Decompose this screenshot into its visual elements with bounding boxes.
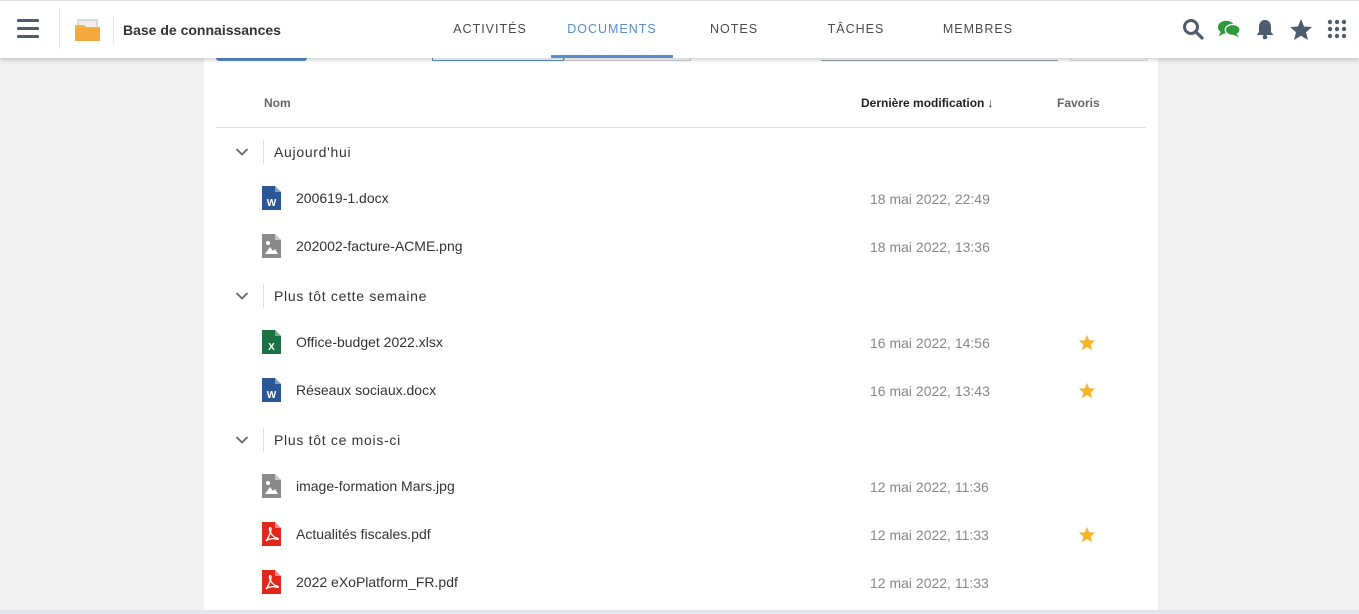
file-name[interactable]: Actualités fiscales.pdf xyxy=(296,526,431,542)
excel-file-icon: X xyxy=(262,330,281,354)
file-name[interactable]: 200619-1.docx xyxy=(296,190,389,206)
file-name[interactable]: 2022 eXoPlatform_FR.pdf xyxy=(296,574,458,590)
window-bottom-edge xyxy=(0,610,1359,614)
image-file-icon xyxy=(262,234,281,258)
star-icon[interactable] xyxy=(1289,17,1313,41)
pdf-file-icon xyxy=(262,522,281,546)
column-header-modified[interactable]: Dernière modification ↓ xyxy=(861,96,993,110)
file-modified-date: 12 mai 2022, 11:33 xyxy=(870,527,989,543)
chevron-down-icon[interactable] xyxy=(234,432,250,448)
header-actions xyxy=(1181,17,1349,41)
group-header: Aujourd'hui xyxy=(234,140,351,164)
file-modified-date: 18 mai 2022, 22:49 xyxy=(870,191,990,207)
tab-membres[interactable]: MEMBRES xyxy=(917,1,1039,58)
divider xyxy=(263,284,264,308)
top-navigation-bar: Base de connaissances ACTIVITÉS DOCUMENT… xyxy=(0,0,1359,58)
space-tabs: ACTIVITÉS DOCUMENTS NOTES TÂCHES MEMBRES xyxy=(429,1,1039,58)
column-header-name[interactable]: Nom xyxy=(264,96,291,110)
file-modified-date: 18 mai 2022, 13:36 xyxy=(870,239,990,255)
divider xyxy=(59,9,60,49)
chat-icon[interactable] xyxy=(1217,17,1241,41)
file-row[interactable]: 2022 eXoPlatform_FR.pdf 12 mai 2022, 11:… xyxy=(262,570,1152,596)
file-modified-date: 12 mai 2022, 11:36 xyxy=(870,479,989,495)
group-label: Plus tôt cette semaine xyxy=(274,288,428,304)
group-header: Plus tôt ce mois-ci xyxy=(234,428,401,452)
file-name[interactable]: Réseaux sociaux.docx xyxy=(296,382,436,398)
chevron-down-icon[interactable] xyxy=(234,144,250,160)
tab-taches[interactable]: TÂCHES xyxy=(795,1,917,58)
apps-grid-icon[interactable] xyxy=(1325,17,1349,41)
file-row[interactable]: image-formation Mars.jpg 12 mai 2022, 11… xyxy=(262,474,1152,500)
group-label: Plus tôt ce mois-ci xyxy=(274,432,401,448)
file-row[interactable]: X Office-budget 2022.xlsx 16 mai 2022, 1… xyxy=(262,330,1152,356)
file-name[interactable]: 202002-facture-ACME.png xyxy=(296,238,463,254)
file-row[interactable]: Actualités fiscales.pdf 12 mai 2022, 11:… xyxy=(262,522,1152,548)
file-modified-date: 16 mai 2022, 14:56 xyxy=(870,335,990,351)
file-modified-date: 12 mai 2022, 11:33 xyxy=(870,575,989,591)
pdf-file-icon xyxy=(262,570,281,594)
file-name[interactable]: image-formation Mars.jpg xyxy=(296,478,455,494)
image-file-icon xyxy=(262,474,281,498)
file-row[interactable]: 202002-facture-ACME.png 18 mai 2022, 13:… xyxy=(262,234,1152,260)
search-icon[interactable] xyxy=(1181,17,1205,41)
svg-text:X: X xyxy=(268,342,275,353)
file-row[interactable]: W Réseaux sociaux.docx 16 mai 2022, 13:4… xyxy=(262,378,1152,404)
menu-hamburger-icon[interactable] xyxy=(17,19,39,38)
divider xyxy=(263,140,264,164)
sort-arrow-down-icon: ↓ xyxy=(987,96,994,110)
word-file-icon: W xyxy=(262,378,281,402)
tab-activites[interactable]: ACTIVITÉS xyxy=(429,1,551,58)
favorite-star-icon[interactable] xyxy=(1078,334,1096,351)
space-title[interactable]: Base de connaissances xyxy=(123,22,281,38)
svg-text:W: W xyxy=(267,390,277,401)
documents-panel: Nom Dernière modification ↓ Favoris Aujou… xyxy=(204,58,1158,610)
bell-icon[interactable] xyxy=(1253,17,1277,41)
group-label: Aujourd'hui xyxy=(274,144,352,160)
column-header-favorites[interactable]: Favoris xyxy=(1057,96,1100,110)
tab-notes[interactable]: NOTES xyxy=(673,1,795,58)
chevron-down-icon[interactable] xyxy=(234,288,250,304)
divider xyxy=(113,16,114,44)
divider xyxy=(263,428,264,452)
file-modified-date: 16 mai 2022, 13:43 xyxy=(870,383,990,399)
space-folder-icon xyxy=(75,19,100,41)
svg-text:W: W xyxy=(267,198,277,209)
table-header: Nom Dernière modification ↓ Favoris xyxy=(216,82,1146,128)
word-file-icon: W xyxy=(262,186,281,210)
tab-documents[interactable]: DOCUMENTS xyxy=(551,1,673,58)
favorite-star-icon[interactable] xyxy=(1078,382,1096,399)
file-name[interactable]: Office-budget 2022.xlsx xyxy=(296,334,443,350)
file-row[interactable]: W 200619-1.docx 18 mai 2022, 22:49 xyxy=(262,186,1152,212)
favorite-star-icon[interactable] xyxy=(1078,526,1096,543)
group-header: Plus tôt cette semaine xyxy=(234,284,427,308)
column-header-modified-label: Dernière modification xyxy=(861,96,985,110)
